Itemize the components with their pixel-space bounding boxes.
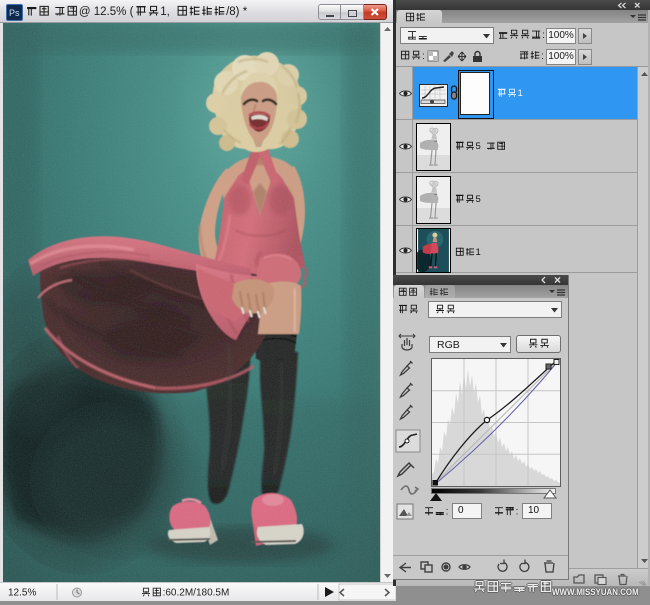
svg-text:1: 1 [476,247,481,258]
svg-text:12.5%: 12.5% [8,588,36,599]
svg-text:1,: 1, [160,6,170,18]
svg-text::: : [516,507,519,518]
svg-text:5: 5 [476,141,481,152]
svg-text::: : [446,507,449,518]
svg-text::: : [541,51,544,62]
svg-text:5: 5 [476,194,481,205]
svg-text:Ps: Ps [9,8,20,18]
svg-text:@ 12.5% (: @ 12.5% ( [79,6,134,18]
svg-text::60.2M/180.5M: :60.2M/180.5M [163,588,230,599]
svg-text::: : [542,30,545,41]
svg-text:/8) *: /8) * [226,6,248,18]
svg-text:1: 1 [518,88,523,99]
